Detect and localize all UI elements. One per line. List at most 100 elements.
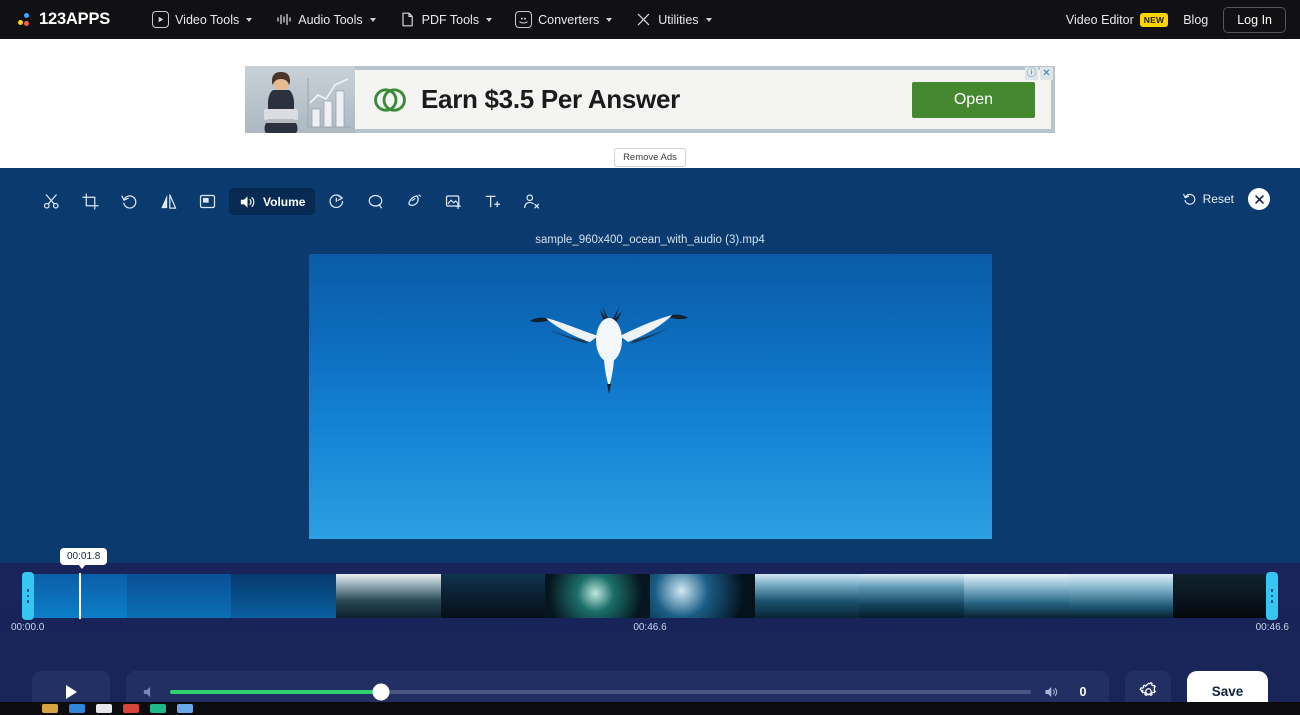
timeline-thumbnail[interactable]	[859, 574, 965, 618]
chevron-down-icon	[705, 17, 712, 22]
crop-icon	[82, 193, 99, 210]
add-image-icon	[446, 195, 462, 209]
timeline-thumbnail[interactable]	[22, 574, 127, 618]
timeline-trim-handle-right[interactable]	[1266, 572, 1278, 620]
video-editor-panel: Volume Reset sample_960x400_ocean_with_a…	[0, 168, 1300, 715]
taskbar-icon[interactable]	[150, 704, 166, 713]
add-text-icon	[486, 195, 501, 208]
nav-link-blog[interactable]: Blog	[1183, 13, 1208, 27]
ad-close-icon[interactable]: ✕	[1040, 67, 1053, 80]
ad-info-icon[interactable]: ⓘ	[1025, 67, 1038, 80]
logo-123apps[interactable]: 123APPS	[18, 10, 110, 29]
editor-toolbar: Volume	[34, 188, 549, 215]
play-icon	[66, 684, 77, 699]
new-badge: NEW	[1139, 12, 1169, 27]
logo-dots-icon	[18, 12, 32, 27]
converters-icon	[515, 11, 533, 28]
nav-item-audio-tools[interactable]: Audio Tools	[265, 5, 385, 34]
volume-up-icon[interactable]	[1044, 685, 1060, 699]
logo-text: 123APPS	[39, 10, 111, 28]
advertisement-zone: Earn $3.5 Per Answer Open ⓘ ✕ Remove Ads	[0, 39, 1300, 168]
timeline-thumbnail[interactable]	[126, 574, 232, 618]
nav-link-video-editor[interactable]: Video Editor NEW	[1066, 12, 1169, 27]
canvas-tool-button[interactable]	[190, 188, 225, 215]
nav-label-audio-tools: Audio Tools	[298, 12, 363, 27]
login-button[interactable]: Log In	[1223, 6, 1286, 33]
crop-tool-button[interactable]	[73, 188, 108, 215]
speed-tool-button[interactable]	[319, 188, 354, 215]
nav-label-utilities: Utilities	[658, 12, 699, 27]
loop-tool-button[interactable]	[358, 188, 393, 215]
nav-item-pdf-tools[interactable]: PDF Tools	[389, 5, 502, 34]
flip-tool-button[interactable]	[151, 188, 186, 215]
audio-tools-icon	[275, 11, 292, 28]
timeline-thumbnail[interactable]	[440, 574, 546, 618]
timeline-thumbnail[interactable]	[650, 574, 755, 618]
pdf-tools-icon	[399, 11, 416, 28]
filename-wrapper: sample_960x400_ocean_with_audio (3).mp4	[0, 230, 1300, 248]
fade-tool-button[interactable]	[397, 188, 432, 215]
canvas-icon	[199, 194, 216, 209]
volume-slider-knob[interactable]	[372, 683, 390, 700]
remove-person-icon	[524, 194, 540, 209]
timeline-thumbnail[interactable]	[1173, 574, 1278, 618]
chevron-down-icon	[246, 17, 253, 22]
taskbar-icon[interactable]	[96, 704, 112, 713]
remove-watermark-tool-button[interactable]	[514, 188, 549, 215]
timeline-trim-handle-left[interactable]	[22, 572, 34, 620]
volume-tool-label: Volume	[263, 194, 306, 209]
nav-label-converters: Converters	[538, 12, 600, 27]
ad-chart-image	[307, 78, 351, 128]
timeline-start-time: 00:00.0	[11, 622, 45, 633]
volume-slider[interactable]	[170, 683, 1031, 700]
timeline-track[interactable]	[22, 574, 1278, 618]
timeline-thumbnail[interactable]	[754, 574, 860, 618]
close-editor-button[interactable]	[1248, 188, 1270, 210]
taskbar-icon[interactable]	[177, 704, 193, 713]
volume-mute-icon[interactable]	[142, 685, 157, 699]
volume-slider-fill	[170, 689, 381, 694]
timeline-thumbnail[interactable]	[336, 574, 441, 618]
timeline-playhead[interactable]	[79, 573, 81, 619]
taskbar-icon[interactable]	[69, 704, 85, 713]
timeline-thumbnail[interactable]	[231, 574, 337, 618]
speed-icon	[329, 194, 344, 209]
bird-image	[530, 306, 688, 394]
volume-value: 0	[1079, 684, 1087, 699]
ad-banner[interactable]: Earn $3.5 Per Answer Open ⓘ ✕	[245, 66, 1055, 133]
taskbar-icon[interactable]	[42, 704, 58, 713]
ad-artwork	[245, 66, 355, 133]
video-preview[interactable]	[309, 254, 992, 539]
nav-item-video-tools[interactable]: Video Tools	[142, 5, 262, 34]
taskbar-icon[interactable]	[123, 704, 139, 713]
playhead-time-tooltip: 00:01.8	[60, 548, 108, 569]
chevron-down-icon	[369, 17, 376, 22]
remove-ads-button[interactable]: Remove Ads	[614, 148, 686, 167]
video-filename: sample_960x400_ocean_with_audio (3).mp4	[535, 234, 765, 246]
rotate-tool-button[interactable]	[112, 188, 147, 215]
reset-label: Reset	[1202, 192, 1234, 206]
volume-tool-button[interactable]: Volume	[229, 188, 316, 215]
timeline-thumbnail[interactable]	[1068, 574, 1174, 618]
cut-tool-button[interactable]	[34, 188, 69, 215]
flip-icon	[161, 194, 177, 209]
loop-icon	[369, 194, 383, 209]
reset-button[interactable]: Reset	[1182, 192, 1234, 206]
timeline-thumbnail[interactable]	[964, 574, 1069, 618]
rotate-icon	[121, 195, 137, 209]
os-taskbar	[0, 702, 1300, 715]
nav-item-utilities[interactable]: Utilities	[625, 5, 721, 34]
nav-item-converters[interactable]: Converters	[505, 5, 622, 34]
chevron-down-icon	[606, 17, 613, 22]
timeline-thumbnail[interactable]	[545, 574, 651, 618]
add-text-tool-button[interactable]	[475, 188, 510, 215]
reset-icon	[1182, 193, 1195, 205]
volume-icon	[240, 195, 255, 208]
ad-content: Earn $3.5 Per Answer Open	[355, 70, 1051, 129]
add-image-tool-button[interactable]	[436, 188, 471, 215]
nav-label-video-tools: Video Tools	[175, 12, 240, 27]
top-navigation-bar: 123APPS Video Tools Audio Tools PDF Tool…	[0, 0, 1300, 39]
toolbar-right-group: Reset	[1182, 188, 1270, 210]
ad-open-button[interactable]: Open	[911, 81, 1035, 118]
fade-icon	[408, 194, 422, 207]
